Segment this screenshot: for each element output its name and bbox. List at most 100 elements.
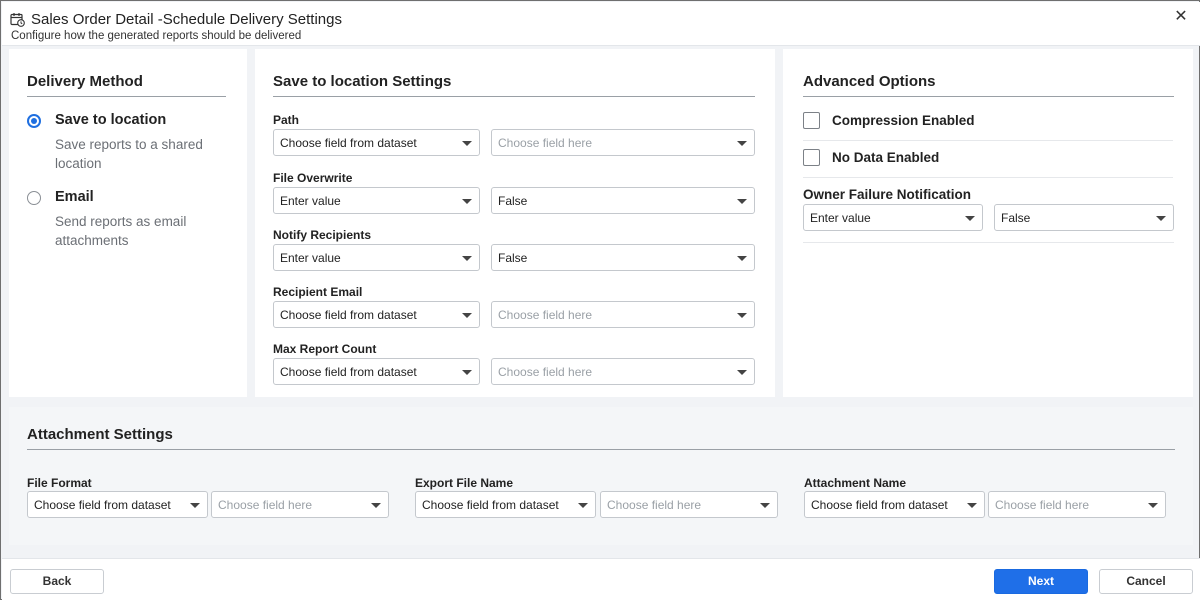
- chevron-down-icon: [1156, 216, 1166, 221]
- radio-save-to-location[interactable]: Save to location Save reports to a share…: [27, 112, 237, 172]
- chevron-down-icon: [965, 216, 975, 221]
- export-file-name-field-dropdown[interactable]: Choose field here: [600, 491, 778, 518]
- dialog-title: Sales Order Detail -Schedule Delivery Se…: [31, 11, 342, 28]
- advanced-options-title: Advanced Options: [803, 73, 936, 90]
- chevron-down-icon: [462, 370, 472, 375]
- owner-failure-source-dropdown[interactable]: Enter value: [803, 204, 983, 231]
- dropdown-value: Choose field from dataset: [280, 365, 417, 379]
- section-divider: [273, 96, 755, 97]
- recipient-email-source-dropdown[interactable]: Choose field from dataset: [273, 301, 480, 328]
- dropdown-value: Choose field from dataset: [811, 498, 948, 512]
- notify-recipients-value-dropdown[interactable]: False: [491, 244, 755, 271]
- dropdown-placeholder: Choose field here: [995, 498, 1090, 512]
- radio-description: Send reports as email attachments: [55, 214, 187, 248]
- dropdown-placeholder: Choose field here: [498, 308, 593, 322]
- radio-label: Email: [55, 189, 94, 205]
- dialog-footer: Back Next Cancel: [2, 558, 1200, 600]
- dropdown-placeholder: Choose field here: [607, 498, 702, 512]
- next-button[interactable]: Next: [994, 569, 1088, 594]
- chevron-down-icon: [462, 256, 472, 261]
- chevron-down-icon: [190, 503, 200, 508]
- path-field-dropdown[interactable]: Choose field here: [491, 129, 755, 156]
- file-format-label: File Format: [27, 476, 92, 490]
- file-format-source-dropdown[interactable]: Choose field from dataset: [27, 491, 208, 518]
- owner-failure-label: Owner Failure Notification: [803, 187, 972, 202]
- dropdown-value: Enter value: [280, 194, 341, 208]
- chevron-down-icon: [737, 370, 747, 375]
- max-report-count-field-dropdown[interactable]: Choose field here: [491, 358, 755, 385]
- calendar-clock-icon: [10, 12, 25, 27]
- dropdown-value: Choose field from dataset: [34, 498, 171, 512]
- recipient-email-field-dropdown[interactable]: Choose field here: [491, 301, 755, 328]
- path-source-dropdown[interactable]: Choose field from dataset: [273, 129, 480, 156]
- dialog-subtitle: Configure how the generated reports shou…: [11, 30, 302, 42]
- path-label: Path: [273, 113, 300, 127]
- chevron-down-icon: [578, 503, 588, 508]
- dropdown-value: False: [1001, 211, 1031, 225]
- attachment-name-field-dropdown[interactable]: Choose field here: [988, 491, 1166, 518]
- chevron-down-icon: [760, 503, 770, 508]
- compression-enabled-checkbox[interactable]: Compression Enabled: [803, 104, 1173, 141]
- radio-button-selected[interactable]: [27, 114, 41, 128]
- notify-recipients-label: Notify Recipients: [273, 228, 372, 242]
- section-divider: [27, 96, 226, 97]
- checkbox-unchecked[interactable]: [803, 112, 820, 129]
- chevron-down-icon: [371, 503, 381, 508]
- chevron-down-icon: [462, 313, 472, 318]
- checkbox-label: No Data Enabled: [832, 150, 940, 165]
- attachment-settings-title: Attachment Settings: [27, 426, 173, 443]
- notify-recipients-source-dropdown[interactable]: Enter value: [273, 244, 480, 271]
- chevron-down-icon: [737, 199, 747, 204]
- owner-failure-value-dropdown[interactable]: False: [994, 204, 1174, 231]
- close-icon[interactable]: ✕: [1172, 8, 1190, 26]
- file-overwrite-value-dropdown[interactable]: False: [491, 187, 755, 214]
- chevron-down-icon: [737, 141, 747, 146]
- chevron-down-icon: [967, 503, 977, 508]
- dialog-header: Sales Order Detail -Schedule Delivery Se…: [2, 2, 1200, 46]
- attachment-name-label: Attachment Name: [804, 476, 907, 490]
- row-divider: [803, 242, 1174, 243]
- dropdown-value: Choose field from dataset: [280, 136, 417, 150]
- chevron-down-icon: [737, 256, 747, 261]
- radio-description: Save reports to a shared location: [55, 137, 203, 171]
- cancel-button[interactable]: Cancel: [1099, 569, 1193, 594]
- dropdown-value: Enter value: [280, 251, 341, 265]
- dropdown-placeholder: Choose field here: [498, 136, 593, 150]
- file-overwrite-source-dropdown[interactable]: Enter value: [273, 187, 480, 214]
- export-file-name-source-dropdown[interactable]: Choose field from dataset: [415, 491, 596, 518]
- delivery-method-panel: Delivery Method Save to location Save re…: [9, 49, 247, 397]
- file-format-field-dropdown[interactable]: Choose field here: [211, 491, 389, 518]
- recipient-email-label: Recipient Email: [273, 285, 363, 299]
- location-settings-title: Save to location Settings: [273, 73, 452, 90]
- checkbox-label: Compression Enabled: [832, 113, 975, 128]
- radio-label: Save to location: [55, 112, 167, 128]
- advanced-options-panel: Advanced Options Compression Enabled No …: [783, 49, 1193, 397]
- no-data-enabled-checkbox[interactable]: No Data Enabled: [803, 141, 1173, 178]
- max-report-count-label: Max Report Count: [273, 342, 377, 356]
- dropdown-value: False: [498, 194, 528, 208]
- dropdown-value: Choose field from dataset: [280, 308, 417, 322]
- export-file-name-label: Export File Name: [415, 476, 514, 490]
- dropdown-value: Enter value: [810, 211, 871, 225]
- title-row: Sales Order Detail -Schedule Delivery Se…: [10, 11, 342, 28]
- dialog-window: Sales Order Detail -Schedule Delivery Se…: [0, 0, 1200, 600]
- dropdown-value: False: [498, 251, 528, 265]
- dropdown-placeholder: Choose field here: [498, 365, 593, 379]
- file-overwrite-label: File Overwrite: [273, 171, 353, 185]
- delivery-method-title: Delivery Method: [27, 73, 143, 90]
- dropdown-placeholder: Choose field here: [218, 498, 313, 512]
- radio-email[interactable]: Email Send reports as email attachments: [27, 189, 237, 249]
- checkbox-unchecked[interactable]: [803, 149, 820, 166]
- section-divider: [803, 96, 1174, 97]
- attachment-name-source-dropdown[interactable]: Choose field from dataset: [804, 491, 985, 518]
- attachment-settings-panel: Attachment Settings File Format Choose f…: [9, 407, 1193, 545]
- chevron-down-icon: [737, 313, 747, 318]
- back-button[interactable]: Back: [10, 569, 104, 594]
- chevron-down-icon: [462, 199, 472, 204]
- location-settings-panel: Save to location Settings Path Choose fi…: [255, 49, 775, 397]
- dropdown-value: Choose field from dataset: [422, 498, 559, 512]
- max-report-count-source-dropdown[interactable]: Choose field from dataset: [273, 358, 480, 385]
- chevron-down-icon: [462, 141, 472, 146]
- chevron-down-icon: [1148, 503, 1158, 508]
- radio-button[interactable]: [27, 191, 41, 205]
